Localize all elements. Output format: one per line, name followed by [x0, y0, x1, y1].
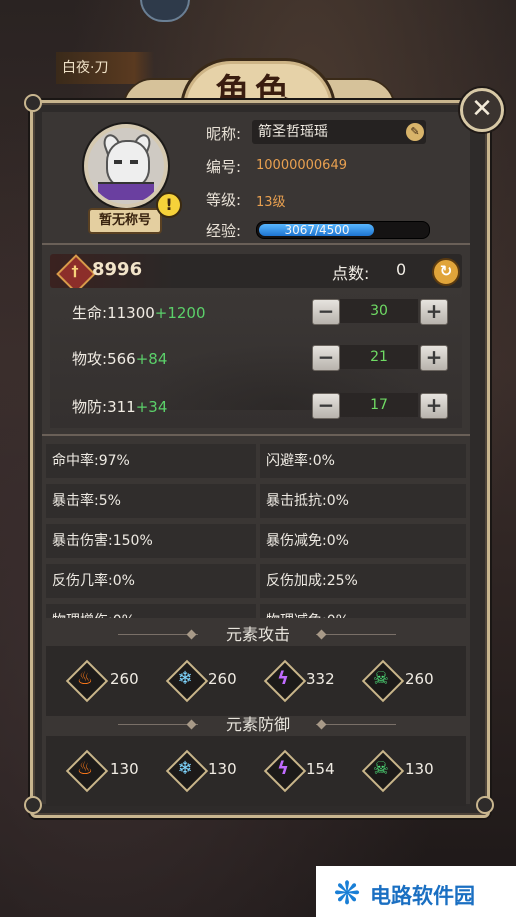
power-value: 8996 [92, 259, 143, 280]
stat-label: 物防: [72, 398, 108, 416]
attribute-cell: 命中率:97% [46, 444, 256, 478]
fire-icon: ♨ [76, 668, 94, 689]
reset-icon[interactable]: ↻ [432, 258, 460, 286]
element-value: 154 [306, 760, 335, 778]
stat-base: 311 [107, 398, 136, 416]
element-value: 260 [208, 670, 237, 688]
list-item: 物理增伤:0% 物理减免:0% [46, 604, 466, 618]
stat-allocated-value: 30 [340, 299, 418, 323]
snowflake-logo-icon: ❋ [333, 874, 361, 912]
id-label: 编号: [206, 158, 242, 176]
increase-button[interactable]: + [420, 345, 448, 371]
list-item: 反伤几率:0% 反伤加成:25% [46, 564, 466, 598]
exp-label: 经验: [206, 222, 242, 240]
section-divider [42, 434, 470, 436]
top-tag: 白夜·刀 [56, 52, 154, 84]
lightning-icon: ϟ [277, 758, 289, 779]
stat-row: 物防:311+34 [72, 396, 167, 417]
nickname-label: 昵称: [206, 125, 242, 143]
stat-base: 11300 [107, 304, 155, 322]
ice-icon: ❄ [177, 758, 193, 779]
attribute-cell: 反伤加成:25% [260, 564, 466, 598]
attribute-cell: 反伤几率:0% [46, 564, 256, 598]
close-button[interactable]: ✕ [460, 88, 504, 132]
stat-label: 生命: [72, 304, 108, 322]
title-badge[interactable]: 暂无称号 [88, 208, 162, 234]
attribute-cell: 物理减免:0% [260, 604, 466, 618]
attribute-list[interactable]: 命中率:97% 闪避率:0% 暴击率:5% 暴击抵抗:0% 暴击伤害:150% … [46, 440, 466, 618]
element-value: 260 [110, 670, 139, 688]
ice-icon: ❄ [177, 668, 193, 689]
watermark-text: 电路软件园 [370, 884, 475, 908]
corner-ornament [24, 796, 42, 814]
stat-allocated-value: 17 [340, 393, 418, 417]
poison-skull-icon: ☠ [372, 758, 390, 779]
element-attack-title: 元素攻击 [225, 625, 290, 644]
attribute-cell: 物理增伤:0% [46, 604, 256, 618]
element-value: 130 [208, 760, 237, 778]
poison-skull-icon: ☠ [372, 668, 390, 689]
points-label: 点数: [332, 264, 370, 283]
element-value: 332 [306, 670, 335, 688]
increase-button[interactable]: + [420, 393, 448, 419]
fire-icon: ♨ [76, 758, 94, 779]
stat-allocated-value: 21 [340, 345, 418, 369]
nickname-field: 箭圣哲瑶瑶 [252, 120, 426, 144]
element-value: 130 [110, 760, 139, 778]
attribute-cell: 闪避率:0% [260, 444, 466, 478]
exp-bar: 3067/4500 [256, 221, 430, 239]
stat-row: 物攻:566+84 [72, 348, 167, 369]
corner-ornament [476, 796, 494, 814]
exclamation-icon: ! [156, 192, 182, 218]
element-value: 260 [405, 670, 434, 688]
points-value: 0 [396, 260, 407, 279]
list-item: 暴击率:5% 暴击抵抗:0% [46, 484, 466, 518]
level-label: 等级: [206, 191, 242, 209]
stat-bonus: +34 [135, 398, 168, 416]
lightning-icon: ϟ [277, 668, 289, 689]
corner-ornament [24, 94, 42, 112]
avatar[interactable] [84, 124, 168, 208]
level-value: 13级 [256, 195, 286, 210]
stat-label: 物攻: [72, 350, 108, 368]
attribute-cell: 暴击伤害:150% [46, 524, 256, 558]
stat-row: 生命:11300+1200 [72, 302, 206, 323]
list-item: 暴击伤害:150% 暴伤减免:0% [46, 524, 466, 558]
attribute-cell: 暴击抵抗:0% [260, 484, 466, 518]
element-defense-title: 元素防御 [225, 715, 290, 734]
decrease-button[interactable]: − [312, 393, 340, 419]
exp-text: 3067/4500 [284, 223, 350, 237]
decrease-button[interactable]: − [312, 345, 340, 371]
section-divider [42, 243, 470, 245]
decrease-button[interactable]: − [312, 299, 340, 325]
stat-bonus: +1200 [154, 304, 206, 322]
edit-pen-icon[interactable]: ✎ [406, 123, 424, 141]
id-value: 10000000649 [256, 158, 347, 173]
element-value: 130 [405, 760, 434, 778]
stat-base: 566 [107, 350, 136, 368]
sword-glyph-icon: † [71, 264, 79, 280]
attribute-cell: 暴伤减免:0% [260, 524, 466, 558]
list-item: 命中率:97% 闪避率:0% [46, 444, 466, 478]
attribute-cell: 暴击率:5% [46, 484, 256, 518]
stat-bonus: +84 [135, 350, 168, 368]
increase-button[interactable]: + [420, 299, 448, 325]
